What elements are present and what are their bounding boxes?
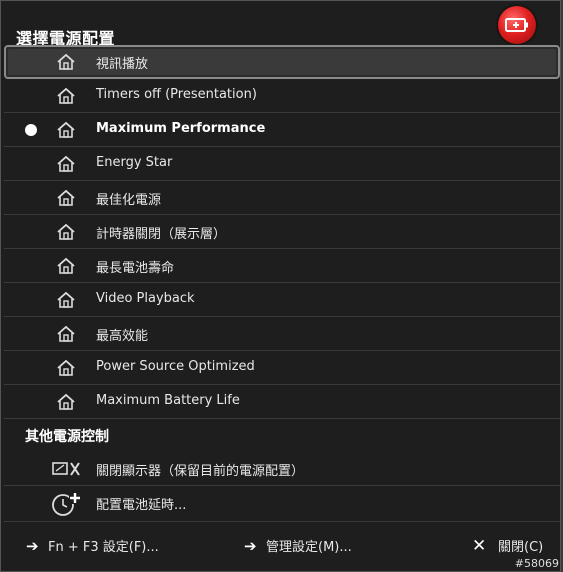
close-button[interactable]: ✕ 關閉(C) <box>472 536 543 556</box>
power-plan-row[interactable]: Power Source Optimized <box>4 351 560 385</box>
power-plan-row[interactable]: 最高效能 <box>4 317 560 351</box>
close-icon: ✕ <box>472 536 487 556</box>
power-plan-label: Maximum Performance <box>96 121 266 136</box>
home-icon <box>56 257 76 275</box>
home-icon <box>56 189 76 207</box>
turn-off-display-item[interactable]: 關閉顯示器（保留目前的電源配置） <box>4 452 560 486</box>
power-plan-dialog: 選擇電源配置 視訊播放 Timers off (Presentation) Maxi… <box>0 0 561 572</box>
power-plan-label: 視訊播放 <box>96 57 149 72</box>
home-icon <box>56 223 76 241</box>
timer-add-icon <box>51 491 81 517</box>
power-plan-label: 最長電池壽命 <box>96 261 175 276</box>
battery-delay-item[interactable]: 配置電池延時... <box>4 486 560 520</box>
battery-delay-label: 配置電池延時... <box>96 498 187 513</box>
display-off-icon <box>52 461 82 479</box>
section-divider <box>4 418 560 419</box>
power-plan-row[interactable]: 最佳化電源 <box>4 181 560 215</box>
power-plan-row[interactable]: Maximum Performance <box>4 113 560 147</box>
power-plan-label: Video Playback <box>96 291 195 306</box>
power-plan-row[interactable]: 視訊播放 <box>4 45 560 79</box>
power-plan-row[interactable]: 最長電池壽命 <box>4 249 560 283</box>
fn-f3-settings-button[interactable]: ➔ Fn + F3 設定(F)... <box>26 536 159 555</box>
power-plan-label: Power Source Optimized <box>96 359 255 374</box>
focus-highlight <box>8 49 556 75</box>
manage-settings-button[interactable]: ➔ 管理設定(M)... <box>244 536 352 555</box>
home-icon <box>56 155 76 173</box>
home-icon <box>56 393 76 411</box>
power-plan-row[interactable]: 計時器關閉（展示層） <box>4 215 560 249</box>
power-plan-label: Timers off (Presentation) <box>96 87 257 102</box>
power-plan-row[interactable]: Video Playback <box>4 283 560 317</box>
power-plan-list: 視訊播放 Timers off (Presentation) Maximum Per… <box>4 45 560 419</box>
power-plan-row[interactable]: Energy Star <box>4 147 560 181</box>
home-icon <box>56 53 76 71</box>
other-controls-heading: 其他電源控制 <box>25 429 109 445</box>
active-plan-indicator <box>25 124 37 136</box>
arrow-right-icon: ➔ <box>244 537 257 555</box>
power-plan-label: Energy Star <box>96 155 173 170</box>
home-icon <box>56 325 76 343</box>
arrow-right-icon: ➔ <box>26 537 39 555</box>
dialog-footer: ➔ Fn + F3 設定(F)... ➔ 管理設定(M)... ✕ 關閉(C) <box>4 521 560 566</box>
home-icon <box>56 87 76 105</box>
home-icon <box>56 359 76 377</box>
power-plan-label: Maximum Battery Life <box>96 393 240 408</box>
home-icon <box>56 291 76 309</box>
power-plan-row[interactable]: Timers off (Presentation) <box>4 79 560 113</box>
home-icon <box>56 121 76 139</box>
battery-charging-icon <box>498 6 536 44</box>
power-plan-label: 最佳化電源 <box>96 193 162 208</box>
id-tag: #58069 <box>514 557 559 570</box>
power-plan-label: 最高效能 <box>96 329 149 344</box>
power-plan-label: 計時器關閉（展示層） <box>96 227 227 242</box>
power-plan-row[interactable]: Maximum Battery Life <box>4 385 560 419</box>
turn-off-display-label: 關閉顯示器（保留目前的電源配置） <box>96 464 305 479</box>
